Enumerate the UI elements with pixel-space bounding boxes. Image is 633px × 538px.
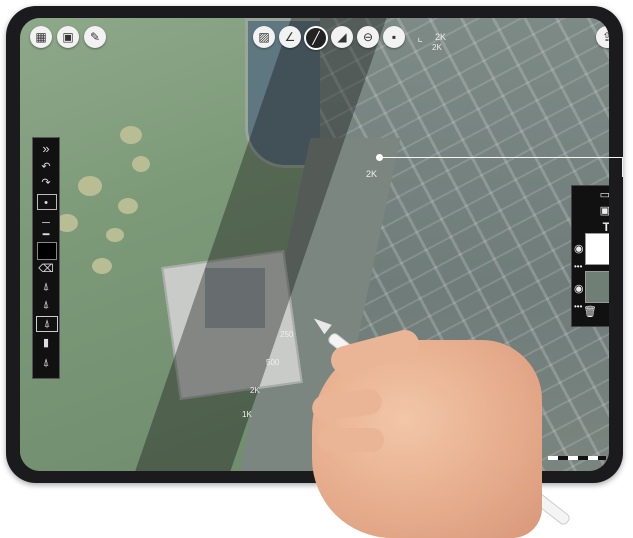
field [92,258,112,274]
minus-circle-icon[interactable]: ⊖ [357,26,379,48]
square-icon[interactable]: ▪ [383,26,405,48]
map-label: 500 [266,358,280,367]
finger [318,428,384,452]
map-label: 250 [280,330,294,339]
document-icon[interactable]: ▭ [572,188,609,201]
field [118,198,138,214]
map-label: 1K [242,410,252,419]
layer-thumbnail-map[interactable] [585,271,609,303]
wrench-icon[interactable]: ✎ [84,26,106,48]
map-label: 2K [432,43,442,52]
pen-4-icon[interactable]: ⍋ [36,356,56,370]
hatch-icon[interactable]: ▨ [253,26,275,48]
scale-bar [548,456,606,460]
callout-line [379,157,623,158]
pencil-icon[interactable]: ╱ [304,26,328,50]
dot-icon: • [44,197,48,209]
image-icon[interactable]: ▣ [572,204,609,217]
text-icon[interactable]: T [572,220,609,234]
marker-icon[interactable]: ▮ [36,336,56,350]
pen-1-icon[interactable]: ⍋ [36,280,56,294]
corner-icon[interactable]: ⌞ [409,26,431,48]
field [120,126,142,144]
left-tool-panel: » ↶ ↷ • ─ ━ ⌫ ⍋ ⍋ ⍋ ▮ ⍋ [32,137,60,379]
layout-icon[interactable]: ▣ [57,26,79,48]
layer-thumbnail-blank[interactable] [585,233,609,265]
line-thick-icon[interactable]: ━ [36,228,56,242]
callout-line [622,157,623,177]
collapse-button[interactable]: » [36,142,56,156]
callout-label: 2K [366,169,378,179]
pen-2-icon[interactable]: ⍋ [36,298,56,312]
undo-icon[interactable]: ↶ [36,160,56,174]
toolbar-label: 2K [435,32,447,42]
color-swatch[interactable] [37,242,57,260]
trash-icon[interactable]: 🗑 [571,305,609,318]
grid-menu-icon[interactable]: ▦ [30,26,52,48]
redo-icon[interactable]: ↷ [36,176,56,190]
field [78,176,102,196]
field [132,156,150,172]
eraser-icon[interactable]: ⌫ [36,262,56,276]
map-label: 2K [250,386,260,395]
field [106,228,124,242]
angle-icon[interactable]: ∠ [279,26,301,48]
triangle-icon[interactable]: ◢ [331,26,353,48]
pen-3-icon[interactable]: ⍋ [36,316,58,332]
